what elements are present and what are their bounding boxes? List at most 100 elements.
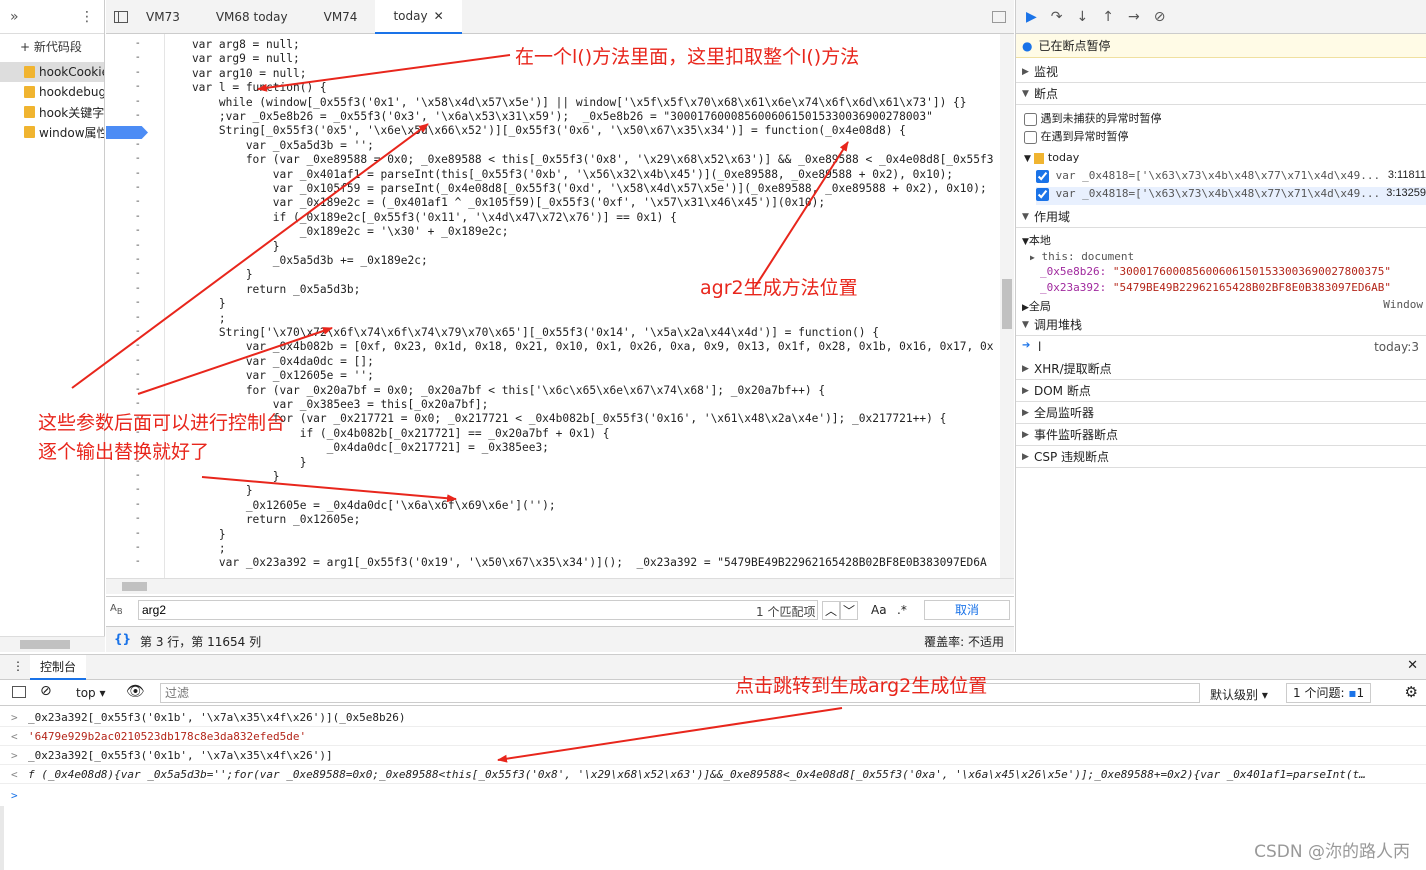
gutter-marker[interactable]: - (136, 67, 140, 78)
gutter-marker[interactable]: - (136, 355, 140, 366)
gutter-marker[interactable]: - (136, 283, 140, 294)
next-match-icon[interactable]: ﹀ (840, 601, 858, 620)
console-prompt[interactable]: > (0, 786, 1426, 805)
gutter-marker[interactable]: - (136, 326, 140, 337)
line-gutter[interactable]: ------------------------------------- (106, 34, 158, 584)
editor-hscrollbar[interactable] (106, 578, 1014, 594)
console-input-line[interactable]: > _0x23a392[_0x55f3('0x1b', '\x7a\x35\x4f… (0, 708, 1426, 727)
callstack-frame[interactable]: ➔ l today:3 (1016, 337, 1426, 357)
gutter-marker[interactable]: - (136, 196, 140, 207)
local-scope[interactable]: ▼本地 (1022, 232, 1051, 248)
breakpoint-item[interactable]: var _0x4818=['\x63\x73\x4b\x48\x77\x71\x… (1036, 187, 1426, 205)
snippet-item[interactable]: window属性 (0, 122, 104, 142)
tab-vm68-today[interactable]: VM68 today (198, 0, 306, 34)
breakpoint-item[interactable]: var _0x4818=['\x63\x73\x4b\x48\x77\x71\x… (1036, 169, 1426, 187)
gutter-marker[interactable]: - (136, 312, 140, 323)
console-function-result[interactable]: < f (_0x4e08d8){var _0x5a5d3b='';for(var … (0, 765, 1426, 784)
scroll-thumb[interactable] (20, 640, 70, 649)
breakpoint-file-group[interactable]: ▼ today (1024, 151, 1079, 164)
breakpoints-section[interactable]: ▼ 断点 (1016, 83, 1426, 105)
gutter-marker[interactable]: - (136, 225, 140, 236)
console-result-line[interactable]: < '6479e929b2ac0210523db178c8e3da832efed5… (0, 727, 1426, 746)
search-input[interactable] (138, 600, 818, 620)
step-icon[interactable]: → (1128, 9, 1140, 25)
settings-gear-icon[interactable]: ⚙ (1405, 683, 1418, 701)
tab-console[interactable]: 控制台 (30, 655, 87, 680)
gutter-marker[interactable]: - (136, 499, 140, 510)
issues-button[interactable]: 1 个问题: ▪1 (1286, 683, 1372, 703)
xhr-breakpoints-section[interactable]: ▶ XHR/提取断点 (1016, 358, 1426, 380)
breakpoint-marker[interactable] (106, 126, 148, 139)
tab-vm73[interactable]: VM73 (128, 0, 198, 34)
pause-uncaught-option[interactable]: 遇到未捕获的异常时暂停 (1024, 110, 1162, 126)
cancel-button[interactable]: 取消 (924, 600, 1010, 620)
gutter-marker[interactable]: - (136, 340, 140, 351)
snippet-item[interactable]: hookCookie (0, 62, 104, 82)
pause-caught-option[interactable]: 在遇到异常时暂停 (1024, 128, 1129, 144)
gutter-marker[interactable]: - (136, 542, 140, 553)
gutter-marker[interactable]: - (136, 369, 140, 380)
csp-breakpoints-section[interactable]: ▶ CSP 违规断点 (1016, 446, 1426, 468)
gutter-marker[interactable]: - (136, 268, 140, 279)
resume-icon[interactable]: ▶ (1026, 9, 1037, 25)
gutter-marker[interactable]: - (136, 470, 140, 481)
match-case-button[interactable]: Aa (871, 603, 887, 617)
dom-breakpoints-section[interactable]: ▶ DOM 断点 (1016, 380, 1426, 402)
gutter-marker[interactable]: - (136, 110, 140, 121)
more-tabs-icon[interactable]: » (10, 9, 19, 25)
pause-caught-checkbox[interactable] (1024, 130, 1037, 144)
new-snippet-button[interactable]: + 新代码段 (0, 34, 104, 58)
gutter-marker[interactable]: - (136, 96, 140, 107)
close-drawer-icon[interactable]: ✕ (1407, 658, 1418, 673)
pretty-print-icon[interactable]: {} (114, 632, 131, 646)
console-empty-area[interactable] (0, 806, 1426, 870)
sidebar-toggle-icon[interactable] (12, 686, 26, 698)
previous-match-icon[interactable]: ︿ (822, 601, 840, 620)
scope-section[interactable]: ▼ 作用域 (1016, 206, 1426, 228)
scope-var[interactable]: _0x5e8b26: "3000176000856006061501533003… (1040, 265, 1391, 278)
step-out-icon[interactable]: ↑ (1102, 9, 1114, 25)
gutter-marker[interactable]: - (136, 384, 140, 395)
gutter-marker[interactable]: - (136, 240, 140, 251)
console-input-line[interactable]: > _0x23a392[_0x55f3('0x1b', '\x7a\x35\x4f… (0, 746, 1426, 765)
this-var[interactable]: ▶ this: document (1030, 250, 1134, 263)
event-listener-breakpoints-section[interactable]: ▶ 事件监听器断点 (1016, 424, 1426, 446)
editor-vscrollbar[interactable] (1000, 34, 1014, 579)
gutter-marker[interactable]: - (136, 528, 140, 539)
replace-toggle-icon[interactable]: AB (110, 603, 123, 616)
callstack-section[interactable]: ▼ 调用堆栈 (1016, 314, 1426, 336)
more-options-icon[interactable]: ⋮ (80, 9, 94, 25)
step-into-icon[interactable]: ↓ (1077, 9, 1089, 25)
gutter-marker[interactable]: - (136, 139, 140, 150)
watch-section[interactable]: ▶ 监视 (1016, 61, 1426, 83)
navigator-scrollbar[interactable] (0, 636, 105, 652)
clear-console-icon[interactable]: ⊘ (40, 683, 52, 699)
global-scope[interactable]: ▶全局 Window (1022, 298, 1426, 314)
tab-vm74[interactable]: VM74 (306, 0, 376, 34)
snippet-item[interactable]: hook关键字 (0, 102, 104, 122)
log-level-select[interactable]: 默认级别 ▾ (1210, 686, 1268, 703)
gutter-marker[interactable]: - (136, 484, 140, 495)
breakpoint-checkbox[interactable] (1036, 187, 1049, 201)
gutter-marker[interactable]: - (136, 182, 140, 193)
gutter-marker[interactable]: - (136, 153, 140, 164)
drawer-menu-icon[interactable]: ⋮ (12, 659, 24, 673)
toggle-debugger-icon[interactable] (992, 10, 1006, 23)
breakpoint-checkbox[interactable] (1036, 169, 1049, 183)
deactivate-breakpoints-icon[interactable]: ⊘ (1154, 9, 1166, 25)
close-icon[interactable]: ✕ (434, 9, 444, 23)
gutter-marker[interactable]: - (136, 211, 140, 222)
gutter-marker[interactable]: - (136, 254, 140, 265)
scroll-thumb[interactable] (1002, 279, 1012, 329)
gutter-marker[interactable]: - (136, 513, 140, 524)
scroll-thumb[interactable] (122, 582, 147, 591)
global-listeners-section[interactable]: ▶ 全局监听器 (1016, 402, 1426, 424)
gutter-marker[interactable]: - (136, 556, 140, 567)
pause-uncaught-checkbox[interactable] (1024, 112, 1037, 126)
tab-today[interactable]: today ✕ (375, 0, 462, 34)
gutter-marker[interactable]: - (136, 81, 140, 92)
gutter-marker[interactable]: - (136, 38, 140, 49)
gutter-marker[interactable]: - (136, 52, 140, 63)
live-expression-icon[interactable]: 👁 (126, 682, 145, 700)
code-area[interactable]: var arg8 = null; var arg9 = null; var ar… (164, 34, 1004, 579)
